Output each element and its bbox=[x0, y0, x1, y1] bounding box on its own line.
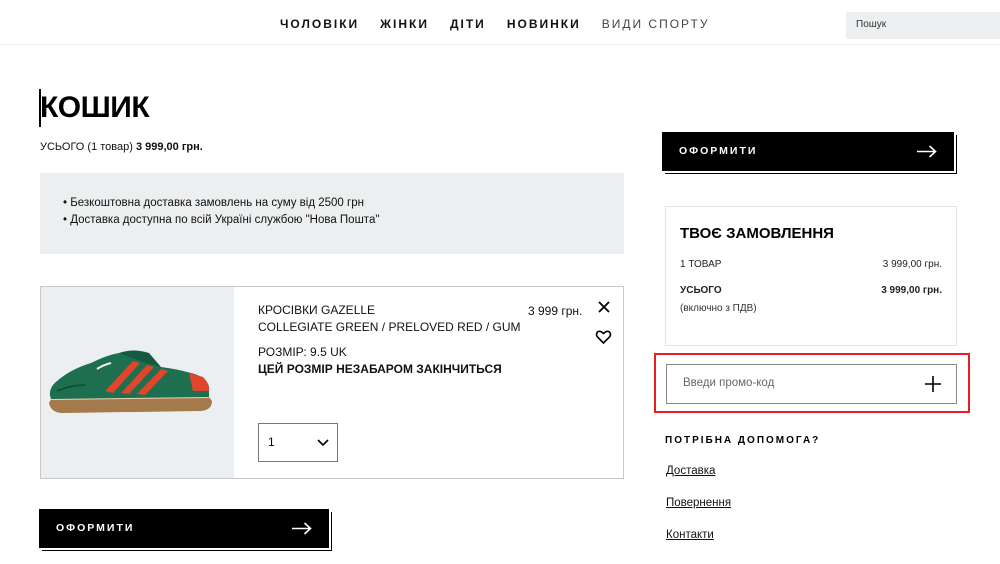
info-delivery-service: • Доставка доступна по всій Україні служ… bbox=[63, 214, 380, 226]
plus-icon[interactable] bbox=[924, 375, 942, 393]
cart-total-summary: УСЬОГО (1 товар) 3 999,00 грн. bbox=[40, 141, 203, 153]
quantity-value: 1 bbox=[268, 435, 275, 449]
arrow-right-icon bbox=[917, 145, 937, 158]
info-free-delivery: • Безкоштовна доставка замовлень на суму… bbox=[63, 197, 364, 209]
search-input[interactable]: Пошук bbox=[846, 12, 1000, 39]
page-title: КОШИК bbox=[40, 91, 150, 124]
checkout-button-label: ОФОРМИТИ bbox=[56, 522, 135, 534]
quantity-select[interactable]: 1 bbox=[258, 423, 338, 462]
cart-total-prefix: УСЬОГО (1 товар) bbox=[40, 141, 133, 153]
help-link-contacts[interactable]: Контакти bbox=[666, 529, 714, 541]
nav-item-kids[interactable]: ДІТИ bbox=[450, 17, 486, 31]
product-name-line-1: КРОСІВКИ GAZELLE bbox=[258, 303, 376, 317]
shoe-image bbox=[49, 350, 212, 413]
cart-total-amount: 3 999,00 грн. bbox=[135, 141, 203, 153]
heart-icon[interactable] bbox=[595, 329, 612, 345]
order-total-label: УСЬОГО bbox=[680, 285, 722, 296]
promo-code-input[interactable]: Введи промо-код bbox=[666, 364, 957, 404]
close-icon[interactable] bbox=[596, 299, 612, 315]
nav-item-new[interactable]: НОВИНКИ bbox=[507, 17, 581, 31]
checkout-button-top[interactable]: ОФОРМИТИ bbox=[662, 132, 957, 174]
chevron-down-icon bbox=[317, 439, 329, 447]
promo-code-placeholder: Введи промо-код bbox=[683, 377, 775, 389]
help-link-returns[interactable]: Повернення bbox=[666, 497, 731, 509]
order-summary-title: ТВОЄ ЗАМОВЛЕННЯ bbox=[680, 225, 834, 242]
help-title: ПОТРІБНА ДОПОМОГА? bbox=[665, 435, 821, 446]
order-total-value: 3 999,00 грн. bbox=[881, 285, 942, 296]
nav-item-women[interactable]: ЖІНКИ bbox=[380, 17, 429, 31]
delivery-info-box: • Безкоштовна доставка замовлень на суму… bbox=[40, 173, 624, 254]
checkout-button-bottom[interactable]: ОФОРМИТИ bbox=[39, 509, 332, 551]
product-name-line-2: COLLEGIATE GREEN / PRELOVED RED / GUM bbox=[258, 320, 521, 334]
help-link-delivery[interactable]: Доставка bbox=[666, 465, 715, 477]
arrow-right-icon bbox=[292, 522, 312, 535]
product-name[interactable]: КРОСІВКИ GAZELLE COLLEGIATE GREEN / PREL… bbox=[258, 302, 521, 336]
product-size: РОЗМІР: 9.5 UK bbox=[258, 345, 347, 359]
product-price: 3 999 грн. bbox=[528, 304, 583, 318]
main-nav: ЧОЛОВІКИ ЖІНКИ ДІТИ НОВИНКИ ВИДИ СПОРТУ bbox=[280, 17, 730, 31]
cart-item: КРОСІВКИ GAZELLE COLLEGIATE GREEN / PREL… bbox=[40, 286, 624, 479]
nav-item-sports[interactable]: ВИДИ СПОРТУ bbox=[602, 17, 710, 31]
order-items-label: 1 ТОВАР bbox=[680, 259, 722, 270]
product-image[interactable] bbox=[41, 287, 234, 478]
checkout-button-label: ОФОРМИТИ bbox=[679, 145, 758, 157]
vat-note: (включно з ПДВ) bbox=[680, 303, 757, 314]
nav-item-men[interactable]: ЧОЛОВІКИ bbox=[280, 17, 359, 31]
order-summary: ТВОЄ ЗАМОВЛЕННЯ 1 ТОВАР 3 999,00 грн. УС… bbox=[665, 206, 957, 346]
order-items-value: 3 999,00 грн. bbox=[882, 259, 942, 270]
top-navigation: ЧОЛОВІКИ ЖІНКИ ДІТИ НОВИНКИ ВИДИ СПОРТУ … bbox=[0, 0, 1000, 45]
size-low-stock-warning: ЦЕЙ РОЗМІР НЕЗАБАРОМ ЗАКІНЧИТЬСЯ bbox=[258, 362, 502, 376]
